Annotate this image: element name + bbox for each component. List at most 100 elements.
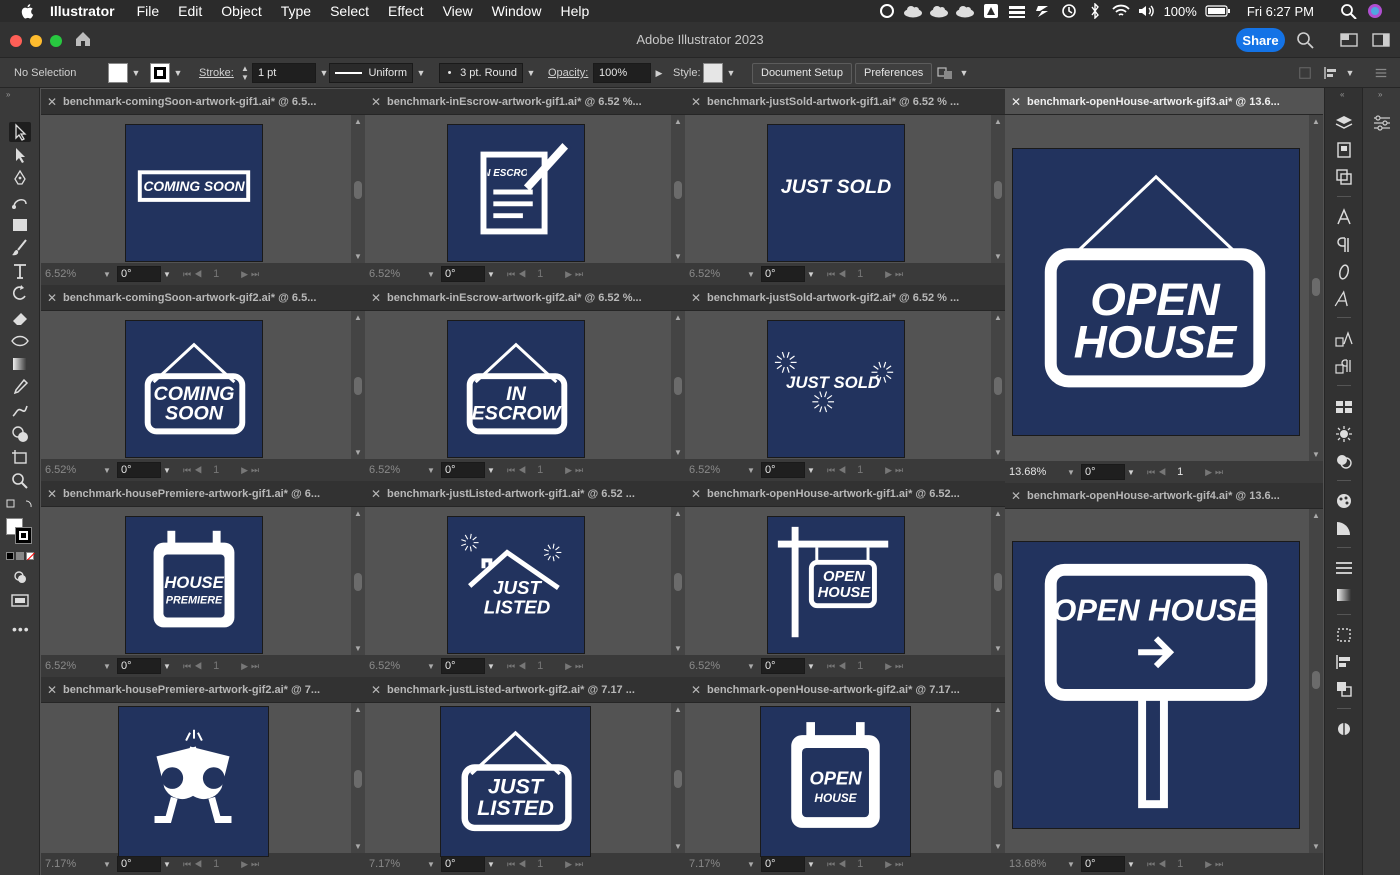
- rotation-input[interactable]: 0°: [441, 266, 485, 282]
- menu-object[interactable]: Object: [221, 3, 261, 19]
- artboard[interactable]: OPEN HOUSE: [767, 516, 905, 654]
- glyphs-icon[interactable]: [1334, 290, 1354, 308]
- artboard-next-last-icon[interactable]: ▶⏭: [241, 859, 262, 870]
- curvature-tool[interactable]: [9, 191, 31, 211]
- align-icon[interactable]: [1322, 65, 1342, 81]
- document-tab[interactable]: ✕ benchmark-justSold-artwork-gif1.ai* @ …: [685, 89, 1005, 115]
- paragraph-styles-icon[interactable]: [1334, 357, 1354, 375]
- rotation-input[interactable]: 0°: [117, 658, 161, 674]
- artboard[interactable]: COMING SOON: [125, 124, 263, 262]
- zoom-level[interactable]: 13.68%: [1005, 858, 1067, 870]
- preferences-button[interactable]: Preferences: [855, 62, 933, 84]
- chevron-down-icon[interactable]: ▼: [427, 860, 441, 869]
- brushes-icon[interactable]: [1334, 425, 1354, 443]
- artboard-next-last-icon[interactable]: ▶⏭: [565, 465, 586, 476]
- close-tab-icon[interactable]: ✕: [685, 487, 707, 501]
- stroke-swatch[interactable]: [150, 63, 170, 83]
- collapse-icon[interactable]: »: [6, 90, 10, 99]
- artboard-first-prev-icon[interactable]: ⏮◀: [1147, 859, 1169, 870]
- fill-swatch[interactable]: [108, 63, 128, 83]
- document-tab[interactable]: ✕ benchmark-openHouse-artwork-gif4.ai* @…: [1005, 483, 1323, 509]
- vertical-scrollbar[interactable]: ▲ ▼: [351, 507, 365, 655]
- zoom-level[interactable]: 6.52%: [41, 268, 103, 280]
- color-icon[interactable]: [1334, 492, 1354, 510]
- rotation-input[interactable]: 0°: [761, 266, 805, 282]
- vertical-scrollbar[interactable]: ▲ ▼: [991, 703, 1005, 853]
- artboard-number[interactable]: 1: [1169, 858, 1199, 870]
- close-tab-icon[interactable]: ✕: [41, 683, 63, 697]
- opacity-label[interactable]: Opacity:: [548, 58, 588, 88]
- bars-icon[interactable]: [1006, 3, 1028, 19]
- zoom-level[interactable]: 6.52%: [685, 464, 747, 476]
- chevron-down-icon[interactable]: ▼: [956, 63, 972, 83]
- stroke-stepper-icon[interactable]: ▲ ▼: [238, 64, 252, 82]
- artboard[interactable]: IN ESCROW: [447, 320, 585, 458]
- artboard-first-prev-icon[interactable]: ⏮◀: [827, 661, 849, 672]
- artboard-next-last-icon[interactable]: ▶⏭: [241, 465, 262, 476]
- artboard[interactable]: IN ESCROW: [447, 124, 585, 262]
- zoom-tool[interactable]: [9, 471, 31, 491]
- menu-file[interactable]: File: [137, 3, 160, 19]
- cloud-icon[interactable]: [902, 3, 924, 19]
- rotate-tool[interactable]: [9, 284, 31, 304]
- menu-help[interactable]: Help: [560, 3, 589, 19]
- menu-effect[interactable]: Effect: [388, 3, 424, 19]
- rotation-input[interactable]: 0°: [1081, 464, 1125, 480]
- chevron-down-icon[interactable]: ▼: [128, 63, 144, 83]
- align-panel-icon[interactable]: [1334, 653, 1354, 671]
- search-icon[interactable]: [1296, 31, 1314, 49]
- artboard-first-prev-icon[interactable]: ⏮◀: [183, 859, 205, 870]
- menu-view[interactable]: View: [443, 3, 473, 19]
- gradient-tool[interactable]: [9, 354, 31, 374]
- artboards-icon[interactable]: [1334, 141, 1354, 159]
- artboard-number[interactable]: 1: [849, 660, 879, 672]
- vertical-scrollbar[interactable]: ▲ ▼: [671, 115, 685, 263]
- artboard-number[interactable]: 1: [205, 268, 235, 280]
- artboard[interactable]: JUST SOLD: [767, 124, 905, 262]
- artboard-number[interactable]: 1: [205, 660, 235, 672]
- close-tab-icon[interactable]: ✕: [1005, 95, 1027, 109]
- direct-selection-tool[interactable]: [9, 145, 31, 165]
- zoom-level[interactable]: 7.17%: [365, 858, 427, 870]
- close-tab-icon[interactable]: ✕: [365, 291, 387, 305]
- character-icon[interactable]: [1334, 208, 1354, 226]
- document-tab[interactable]: ✕ benchmark-justListed-artwork-gif2.ai* …: [365, 677, 685, 703]
- appearance-icon[interactable]: [1334, 720, 1354, 738]
- layers-icon[interactable]: [1334, 114, 1354, 132]
- bluetooth-icon[interactable]: [1084, 3, 1106, 19]
- close-tab-icon[interactable]: ✕: [41, 487, 63, 501]
- close-tab-icon[interactable]: ✕: [41, 291, 63, 305]
- document-tab[interactable]: ✕ benchmark-housePremiere-artwork-gif1.a…: [41, 481, 365, 507]
- rotation-input[interactable]: 0°: [441, 658, 485, 674]
- collapse-icon[interactable]: «: [1340, 90, 1344, 99]
- menu-type[interactable]: Type: [281, 3, 311, 19]
- artboard[interactable]: OPEN HOUSE: [1012, 541, 1300, 829]
- artboard-first-prev-icon[interactable]: ⏮◀: [183, 465, 205, 476]
- zoom-level[interactable]: 6.52%: [685, 268, 747, 280]
- opacity-input[interactable]: 100%: [593, 63, 651, 83]
- close-tab-icon[interactable]: ✕: [685, 683, 707, 697]
- artboard-next-last-icon[interactable]: ▶⏭: [885, 661, 906, 672]
- chevron-down-icon[interactable]: ▼: [747, 466, 761, 475]
- siri-icon[interactable]: [1364, 3, 1386, 19]
- transform-icon[interactable]: [1298, 66, 1312, 80]
- zoom-level[interactable]: 6.52%: [365, 268, 427, 280]
- artboard-number[interactable]: 1: [205, 464, 235, 476]
- close-tab-icon[interactable]: ✕: [41, 95, 63, 109]
- document-setup-button[interactable]: Document Setup: [752, 62, 852, 84]
- stroke-label[interactable]: Stroke:: [199, 58, 234, 88]
- more-tools-icon[interactable]: •••: [12, 621, 30, 637]
- character-styles-icon[interactable]: [1334, 330, 1354, 348]
- chevron-down-icon[interactable]: ▼: [103, 466, 117, 475]
- chevron-down-icon[interactable]: ▼: [427, 466, 441, 475]
- vertical-scrollbar[interactable]: ▲ ▼: [1309, 509, 1323, 853]
- zoom-level[interactable]: 6.52%: [41, 660, 103, 672]
- close-tab-icon[interactable]: ✕: [1005, 489, 1027, 503]
- close-tab-icon[interactable]: ✕: [365, 683, 387, 697]
- chevron-down-icon[interactable]: ▼: [163, 466, 177, 475]
- vertical-scrollbar[interactable]: ▲ ▼: [671, 703, 685, 853]
- artboard-number[interactable]: 1: [529, 660, 559, 672]
- artboard-next-last-icon[interactable]: ▶⏭: [565, 269, 586, 280]
- pathfinder-icon[interactable]: [1334, 680, 1354, 698]
- eraser-tool[interactable]: [9, 308, 31, 328]
